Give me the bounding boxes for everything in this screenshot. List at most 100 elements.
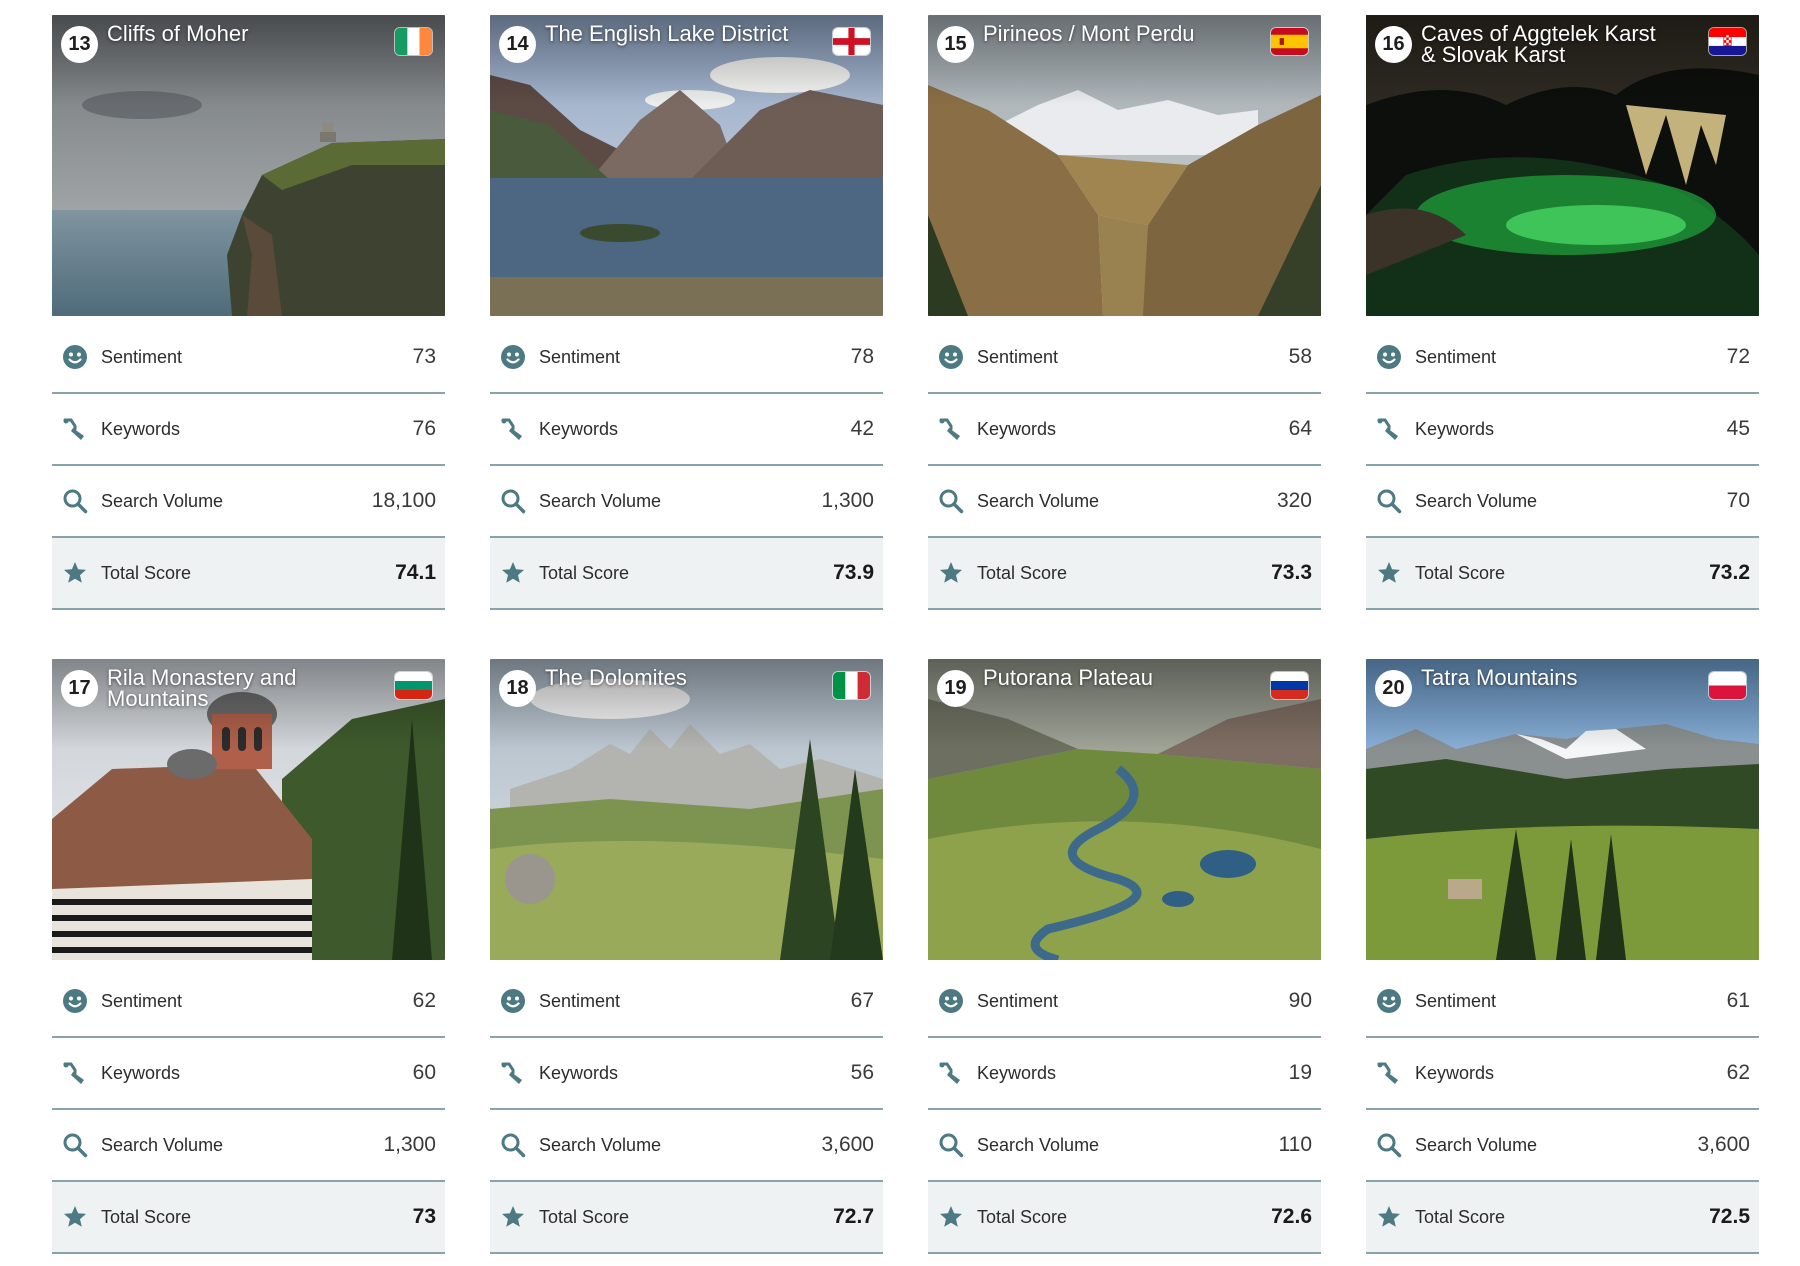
stat-value: 45 [1726, 417, 1750, 440]
stat-row-sentiment: Sentiment 90 [928, 966, 1321, 1038]
stats-list: Sentiment 90 Keywords 19 Search Volume 1… [928, 966, 1321, 1254]
destination-name: Pirineos / Mont Perdu [983, 21, 1195, 46]
rank-badge: 20 [1375, 670, 1412, 707]
stat-row-sentiment: Sentiment 67 [490, 966, 883, 1038]
stat-value: 62 [412, 989, 436, 1012]
smiley-icon [499, 987, 527, 1015]
stat-label: Search Volume [1415, 1134, 1538, 1155]
key-icon [61, 1059, 89, 1087]
destination-name: Tatra Mountains [1421, 665, 1578, 690]
stat-row-sentiment: Sentiment 61 [1366, 966, 1759, 1038]
stat-row-total-score: Total Score 72.6 [928, 1182, 1321, 1254]
stat-label: Search Volume [1415, 490, 1538, 511]
stat-label: Sentiment [1415, 990, 1497, 1011]
stat-value: 60 [412, 1061, 436, 1084]
stat-value: 72.7 [833, 1205, 874, 1228]
stat-row-total-score: Total Score 73.3 [928, 538, 1321, 610]
smiley-icon [1375, 343, 1403, 371]
stat-row-search-volume: Search Volume 1,300 [52, 1110, 445, 1182]
stat-row-total-score: Total Score 73 [52, 1182, 445, 1254]
stats-list: Sentiment 67 Keywords 56 Search Volume 3… [490, 966, 883, 1254]
smiley-icon [499, 343, 527, 371]
stat-row-search-volume: Search Volume 18,100 [52, 466, 445, 538]
magnifier-icon [61, 1131, 89, 1159]
stat-value: 73 [412, 345, 436, 368]
stat-row-keywords: Keywords 56 [490, 1038, 883, 1110]
stat-row-sentiment: Sentiment 72 [1366, 322, 1759, 394]
smiley-icon [61, 987, 89, 1015]
stat-value: 58 [1288, 345, 1312, 368]
destination-photo: 18 The Dolomites [490, 659, 883, 960]
stat-value: 62 [1726, 1061, 1750, 1084]
rank-badge: 16 [1375, 26, 1412, 63]
destination-card: 18 The Dolomites Sentiment 67 Keywords 5… [490, 659, 883, 1259]
magnifier-icon [1375, 1131, 1403, 1159]
rank-badge: 17 [61, 670, 98, 707]
stat-label: Total Score [539, 562, 630, 583]
stat-row-keywords: Keywords 60 [52, 1038, 445, 1110]
destination-name: Putorana Plateau [983, 665, 1154, 690]
stat-label: Keywords [539, 418, 619, 439]
stat-label: Total Score [977, 562, 1068, 583]
stat-row-search-volume: Search Volume 110 [928, 1110, 1321, 1182]
stats-list: Sentiment 62 Keywords 60 Search Volume 1… [52, 966, 445, 1254]
stat-label: Search Volume [539, 1134, 662, 1155]
smiley-icon [1375, 987, 1403, 1015]
stat-row-sentiment: Sentiment 73 [52, 322, 445, 394]
stat-label: Total Score [1415, 1206, 1506, 1227]
destination-card: 16 Caves of Aggtelek Karst & Slovak Kars… [1366, 15, 1759, 615]
england-flag-icon [833, 28, 870, 55]
stats-list: Sentiment 72 Keywords 45 Search Volume 7… [1366, 322, 1759, 610]
destination-name: The Dolomites [545, 665, 687, 690]
russia-flag-icon [1271, 672, 1308, 699]
destination-card: 14 The English Lake District Sentiment 7… [490, 15, 883, 615]
smiley-icon [937, 343, 965, 371]
stat-label: Keywords [1415, 1062, 1495, 1083]
star-icon [61, 559, 89, 587]
stat-value: 72 [1726, 345, 1750, 368]
stats-list: Sentiment 73 Keywords 76 Search Volume 1… [52, 322, 445, 610]
stat-label: Keywords [977, 418, 1057, 439]
stat-value: 64 [1288, 417, 1312, 440]
stat-label: Sentiment [539, 990, 621, 1011]
star-icon [937, 559, 965, 587]
stats-list: Sentiment 61 Keywords 62 Search Volume 3… [1366, 966, 1759, 1254]
stats-list: Sentiment 78 Keywords 42 Search Volume 1… [490, 322, 883, 610]
stat-row-total-score: Total Score 74.1 [52, 538, 445, 610]
stat-label: Sentiment [101, 346, 183, 367]
stat-value: 76 [412, 417, 436, 440]
stat-row-keywords: Keywords 64 [928, 394, 1321, 466]
star-icon [937, 1203, 965, 1231]
stat-value: 90 [1288, 989, 1312, 1012]
destination-photo: 16 Caves of Aggtelek Karst & Slovak Kars… [1366, 15, 1759, 316]
rank-badge: 15 [937, 26, 974, 63]
stat-label: Total Score [1415, 562, 1506, 583]
stat-value: 3,600 [821, 1133, 874, 1156]
stat-row-keywords: Keywords 19 [928, 1038, 1321, 1110]
poland-flag-icon [1709, 672, 1746, 699]
destination-name: Cliffs of Moher [107, 21, 249, 46]
stat-label: Total Score [101, 562, 192, 583]
stat-row-search-volume: Search Volume 3,600 [490, 1110, 883, 1182]
destination-photo: 19 Putorana Plateau [928, 659, 1321, 960]
stat-label: Total Score [977, 1206, 1068, 1227]
magnifier-icon [937, 1131, 965, 1159]
bulgaria-flag-icon [395, 672, 432, 699]
magnifier-icon [499, 487, 527, 515]
magnifier-icon [1375, 487, 1403, 515]
stat-label: Sentiment [1415, 346, 1497, 367]
spain-flag-icon [1271, 28, 1308, 55]
stat-value: 320 [1276, 489, 1312, 512]
croatia-flag-icon [1709, 28, 1746, 55]
magnifier-icon [937, 487, 965, 515]
stat-label: Search Volume [539, 490, 662, 511]
stat-row-search-volume: Search Volume 1,300 [490, 466, 883, 538]
destination-photo: 14 The English Lake District [490, 15, 883, 316]
rank-badge: 14 [499, 26, 536, 63]
stat-label: Total Score [539, 1206, 630, 1227]
stat-label: Sentiment [101, 990, 183, 1011]
stat-value: 73.9 [833, 561, 874, 584]
stat-row-keywords: Keywords 45 [1366, 394, 1759, 466]
destination-photo: 15 Pirineos / Mont Perdu [928, 15, 1321, 316]
destination-grid: 13 Cliffs of Moher Sentiment 73 Keywords… [52, 15, 1759, 1259]
